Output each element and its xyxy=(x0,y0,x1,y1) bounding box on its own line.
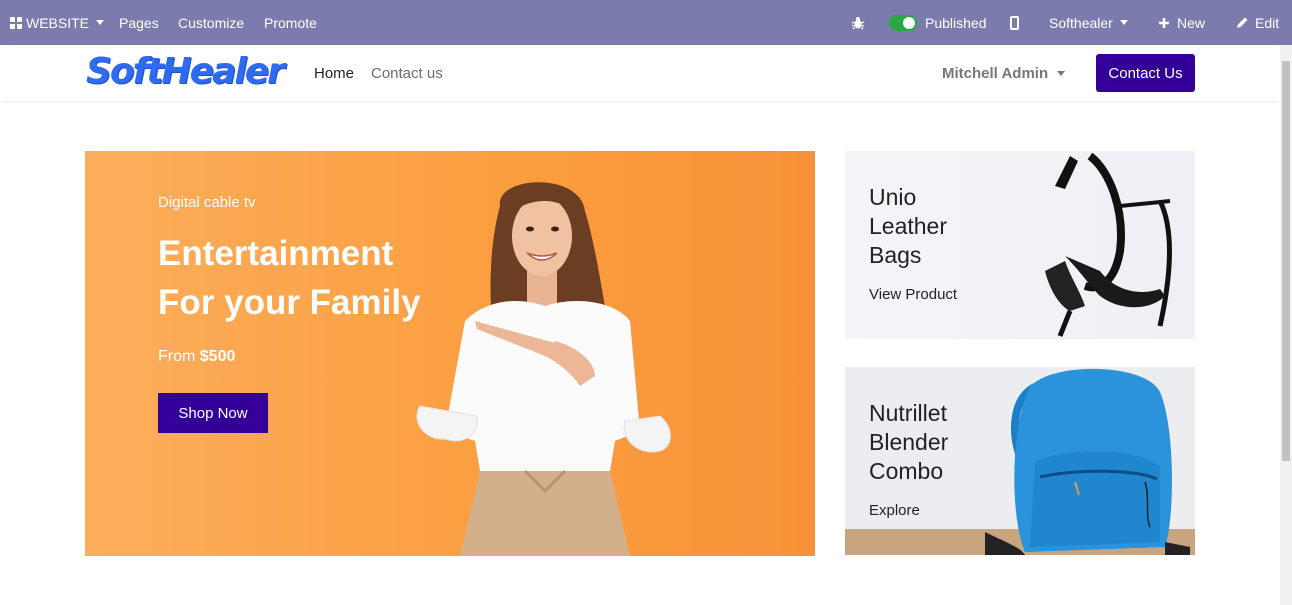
plus-icon xyxy=(1159,17,1169,28)
grid-icon xyxy=(10,16,22,29)
edit-label: Edit xyxy=(1255,14,1280,31)
new-button[interactable]: New xyxy=(1158,0,1205,45)
user-name: Mitchell Admin xyxy=(942,64,1049,82)
company-switcher[interactable]: Softhealer xyxy=(1049,0,1128,45)
page-scrollbar[interactable] xyxy=(1280,45,1292,605)
view-product-link[interactable]: View Product xyxy=(869,286,957,303)
hero-subtitle: Digital cable tv xyxy=(158,194,256,211)
publish-toggle[interactable]: Published xyxy=(889,0,987,45)
blue-backpack-image xyxy=(845,368,1195,555)
site-header: SoftHealer Home Contact us Mitchell Admi… xyxy=(0,45,1280,101)
nav-home[interactable]: Home xyxy=(314,45,354,101)
hero-price: From $500 xyxy=(158,348,235,366)
smiling-woman-image xyxy=(416,182,671,556)
published-label: Published xyxy=(925,14,987,31)
debug-button[interactable] xyxy=(851,0,865,45)
toggle-icon xyxy=(889,14,917,31)
price-prefix: From xyxy=(158,348,196,365)
shop-now-button[interactable]: Shop Now xyxy=(158,393,268,433)
chevron-down-icon xyxy=(1119,20,1128,25)
nav-contact-us[interactable]: Contact us xyxy=(371,45,443,101)
card-title: Unio Leather Bags xyxy=(869,184,948,268)
bug-icon xyxy=(851,16,865,30)
company-label: Softhealer xyxy=(1049,14,1113,31)
promote-menu[interactable]: Promote xyxy=(264,0,317,45)
mobile-icon xyxy=(1010,15,1019,30)
admin-top-bar: WEBSITE Pages Customize Promote Publishe… xyxy=(0,0,1292,45)
pencil-icon xyxy=(1237,17,1248,28)
hero-banner: Digital cable tv Entertainment For your … xyxy=(85,151,815,556)
mobile-preview-button[interactable] xyxy=(1010,0,1019,45)
user-menu[interactable]: Mitchell Admin xyxy=(942,45,1066,101)
chevron-down-icon xyxy=(1057,70,1066,76)
scrollbar-thumb[interactable] xyxy=(1282,61,1290,461)
black-heels-image xyxy=(1045,152,1172,337)
promo-card-leather-bags[interactable]: Unio Leather Bags View Product xyxy=(845,151,1195,339)
site-logo[interactable]: SoftHealer xyxy=(86,51,285,92)
promo-card-blender-combo[interactable]: Nutrillet Blender Combo Explore xyxy=(845,367,1195,555)
customize-menu[interactable]: Customize xyxy=(178,0,244,45)
edit-button[interactable]: Edit xyxy=(1236,0,1279,45)
website-menu-label: WEBSITE xyxy=(26,14,90,31)
website-menu[interactable]: WEBSITE xyxy=(10,0,105,45)
price-value: $500 xyxy=(199,348,236,365)
contact-us-button[interactable]: Contact Us xyxy=(1096,54,1195,92)
chevron-down-icon xyxy=(96,20,105,25)
new-label: New xyxy=(1177,14,1206,31)
pages-menu[interactable]: Pages xyxy=(119,0,159,45)
